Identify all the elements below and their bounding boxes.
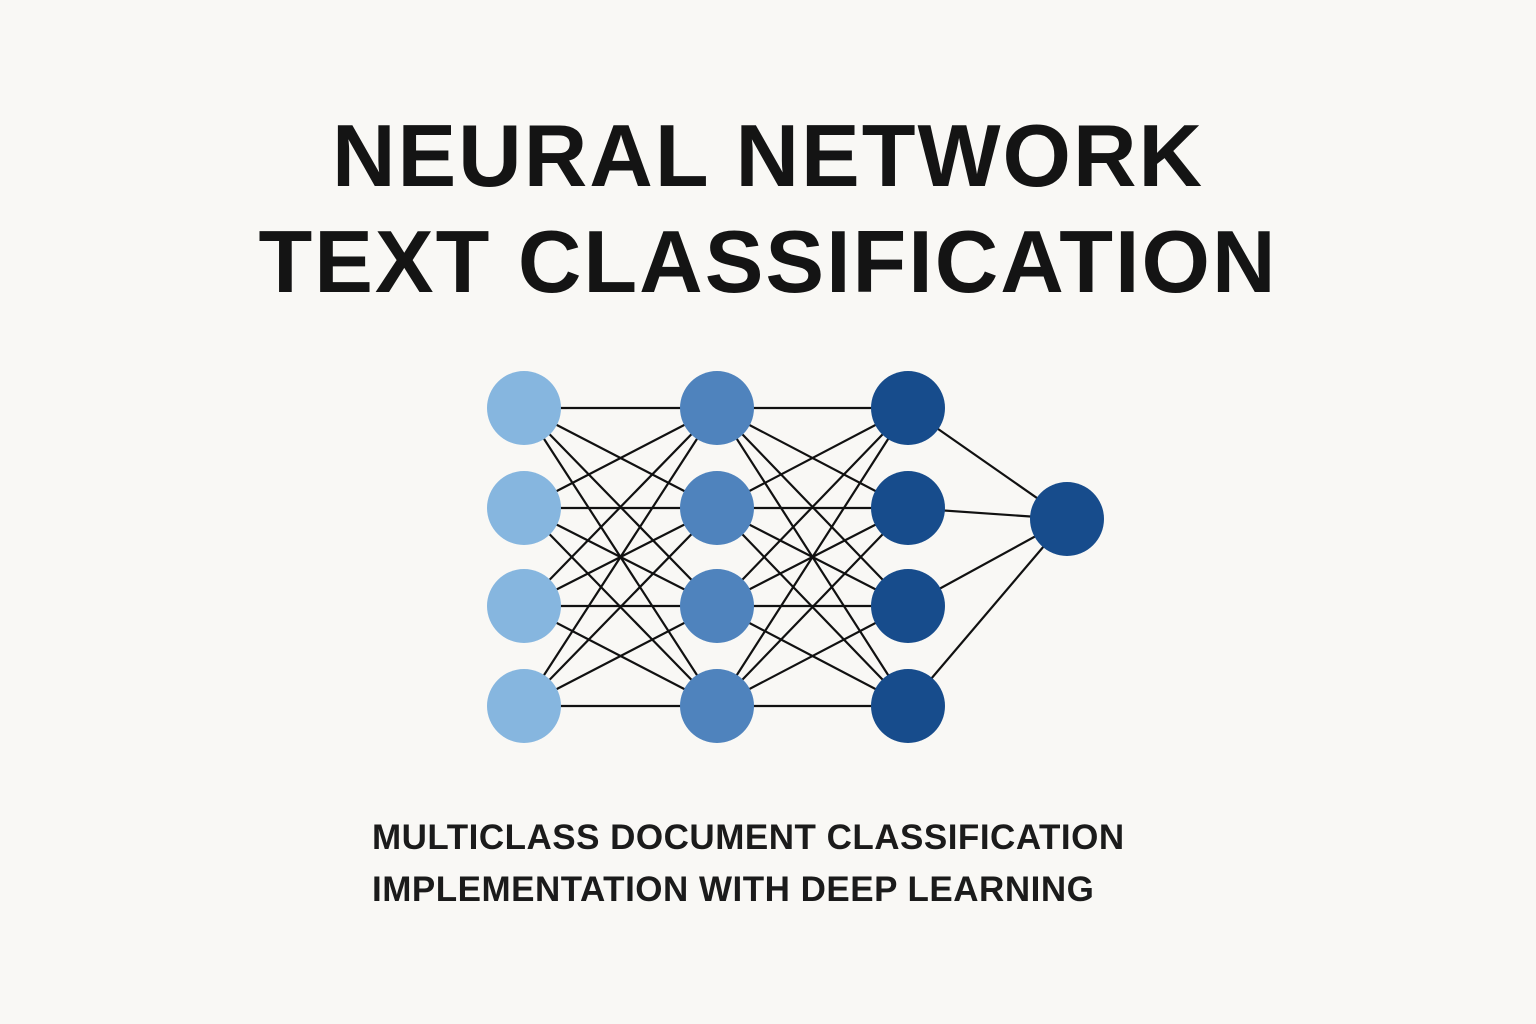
subtitle-line-1: MULTICLASS DOCUMENT CLASSIFICATION [372,818,1125,857]
node-layer-2-4 [680,669,754,743]
network-edges [522,406,1069,708]
node-layer-3-2 [871,471,945,545]
node-layer-1-3 [487,569,561,643]
node-layer-1-1 [487,371,561,445]
subtitle: MULTICLASS DOCUMENT CLASSIFICATION IMPLE… [372,812,1272,916]
node-layer-1-4 [487,669,561,743]
node-layer-2-3 [680,569,754,643]
node-layer-3-1 [871,371,945,445]
node-layer-3-4 [871,669,945,743]
node-layer-2-2 [680,471,754,545]
node-layer-2-1 [680,371,754,445]
node-layer-3-3 [871,569,945,643]
network-nodes [487,371,1104,743]
node-layer-1-2 [487,471,561,545]
node-layer-4-1 [1030,482,1104,556]
subtitle-line-2: IMPLEMENTATION WITH DEEP LEARNING [372,870,1095,909]
